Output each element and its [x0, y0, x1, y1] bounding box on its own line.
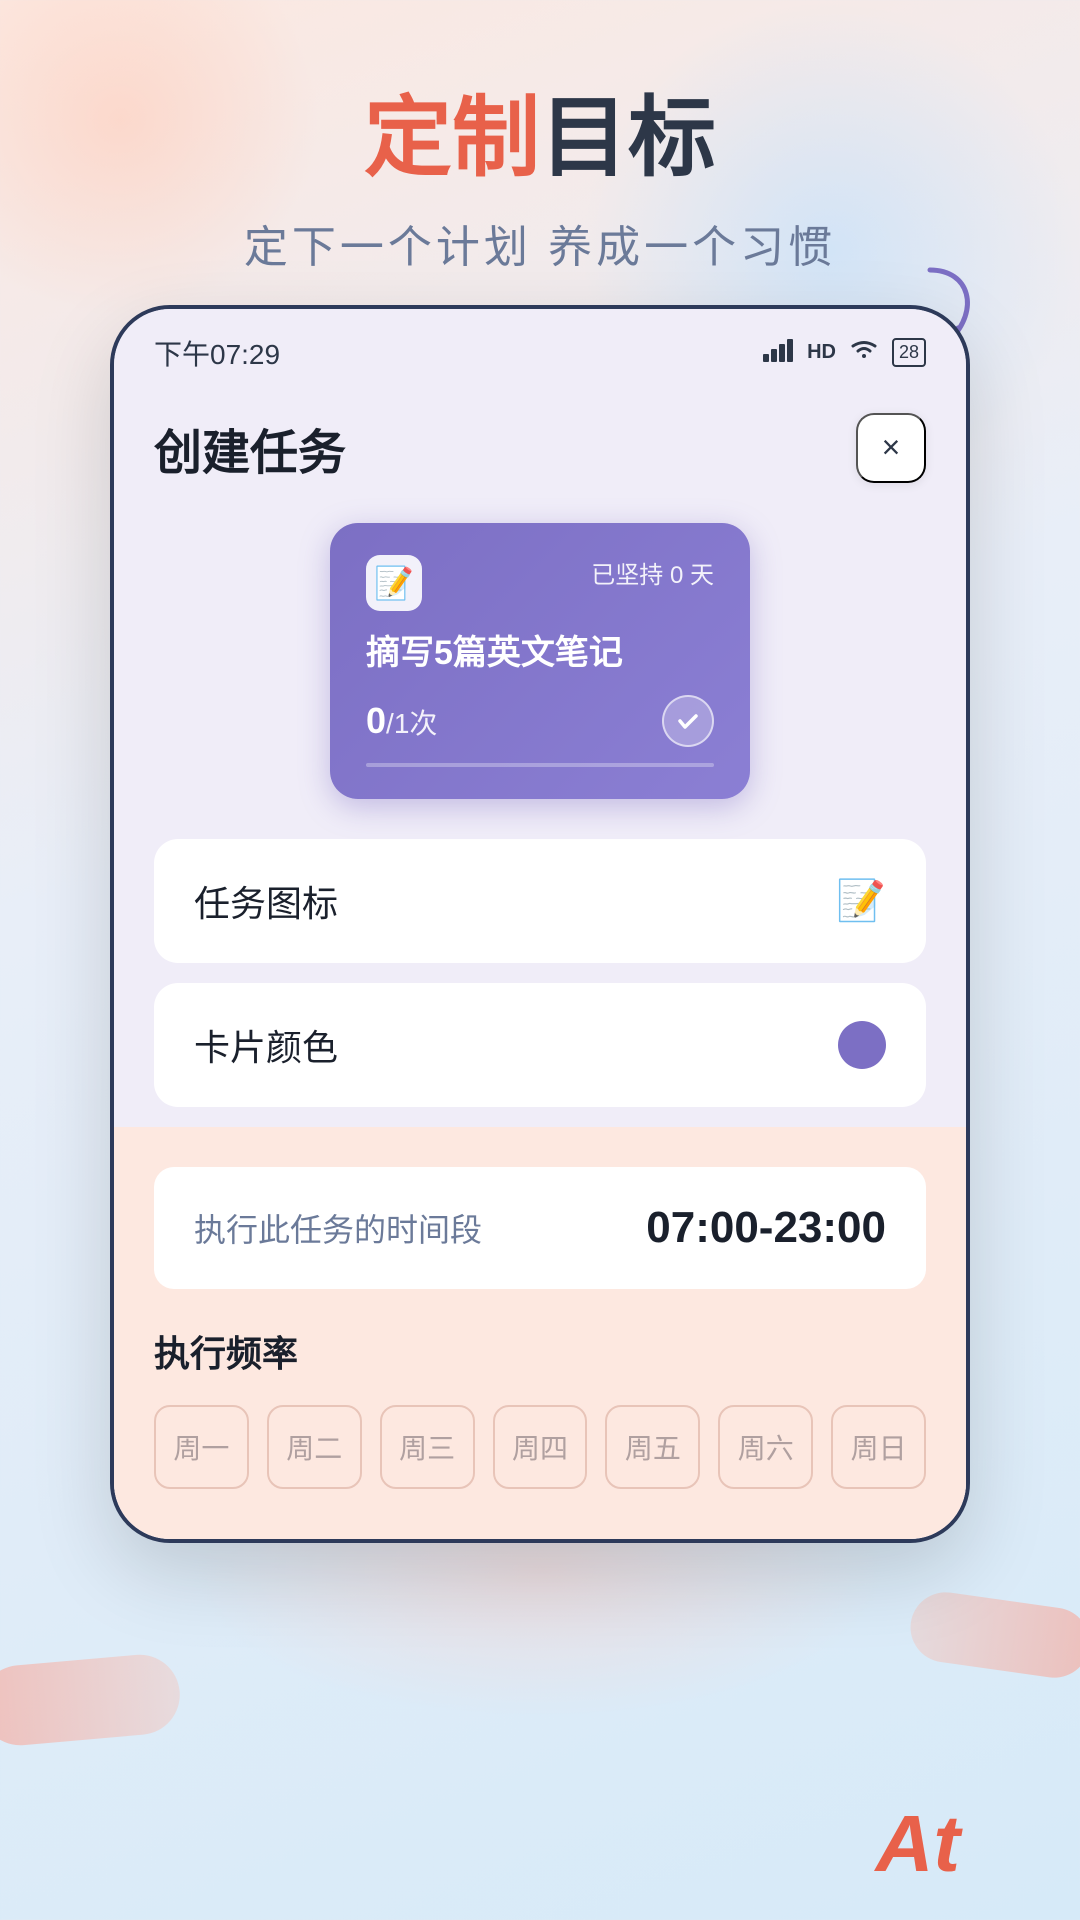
- task-card-top: 📝 已坚持 0 天: [366, 555, 714, 611]
- weekdays-row: 周一 周二 周三 周四 周五 周六 周日: [154, 1405, 926, 1489]
- streak-unit: 天: [690, 562, 714, 589]
- title-dark: 目标: [540, 88, 716, 187]
- progress-unit: 次: [409, 708, 437, 739]
- bottom-section: 执行此任务的时间段 07:00-23:00 执行频率 周一 周二 周三 周四 周…: [114, 1127, 966, 1539]
- weekday-sunday[interactable]: 周日: [831, 1405, 926, 1489]
- task-progress-bar: [366, 763, 714, 767]
- page-title: 定制目标: [0, 90, 1080, 187]
- battery-icon: 28: [892, 338, 926, 367]
- color-dot: [838, 1021, 886, 1069]
- title-highlight: 定制: [364, 88, 540, 187]
- app-header: 创建任务 ×: [154, 413, 926, 483]
- streak-label: 已坚持: [591, 562, 663, 589]
- app-content: 创建任务 × 📝 已坚持 0 天 摘写5篇英文笔记 0/1次: [114, 383, 966, 1539]
- hd-badge: HD: [807, 341, 836, 364]
- weekday-tuesday[interactable]: 周二: [267, 1405, 362, 1489]
- task-check-button[interactable]: [662, 695, 714, 747]
- frequency-title: 执行频率: [154, 1325, 926, 1377]
- time-range-value: 07:00-23:00: [646, 1203, 886, 1253]
- frequency-section: 执行频率 周一 周二 周三 周四 周五 周六 周日: [154, 1325, 926, 1489]
- progress-total: 1: [394, 708, 410, 739]
- task-card[interactable]: 📝 已坚持 0 天 摘写5篇英文笔记 0/1次: [330, 523, 750, 799]
- settings-section: 任务图标 📝: [154, 839, 926, 963]
- time-range-card[interactable]: 执行此任务的时间段 07:00-23:00: [154, 1167, 926, 1289]
- wifi-icon: [848, 338, 880, 367]
- weekday-monday[interactable]: 周一: [154, 1405, 249, 1489]
- weekday-saturday[interactable]: 周六: [718, 1405, 813, 1489]
- icon-setting-label: 任务图标: [194, 875, 338, 927]
- app-title: 创建任务: [154, 413, 346, 483]
- time-range-label: 执行此任务的时间段: [194, 1205, 482, 1251]
- task-icon: 📝: [366, 555, 422, 611]
- progress-current: 0: [366, 700, 386, 741]
- color-setting-row[interactable]: 卡片颜色: [154, 983, 926, 1107]
- icon-setting-row[interactable]: 任务图标 📝: [154, 839, 926, 963]
- close-button[interactable]: ×: [856, 413, 926, 483]
- signal-icon: [763, 338, 795, 368]
- weekday-thursday[interactable]: 周四: [493, 1405, 588, 1489]
- streak-count: 0: [670, 562, 683, 589]
- icon-setting-value: 📝: [836, 877, 886, 924]
- status-bar: 下午07:29 HD 28: [114, 309, 966, 383]
- status-icons: HD 28: [763, 338, 926, 368]
- ribbon-left: [0, 1651, 183, 1748]
- task-card-bottom: 0/1次: [366, 695, 714, 747]
- task-progress: 0/1次: [366, 700, 437, 742]
- weekday-friday[interactable]: 周五: [605, 1405, 700, 1489]
- page-header: 定制目标 定下一个计划 养成一个习惯: [0, 0, 1080, 305]
- status-time: 下午07:29: [154, 333, 280, 373]
- ribbon-right: [906, 1588, 1080, 1682]
- weekday-wednesday[interactable]: 周三: [380, 1405, 475, 1489]
- color-setting-label: 卡片颜色: [194, 1019, 338, 1071]
- phone-frame: 下午07:29 HD 28: [110, 305, 970, 1543]
- task-name: 摘写5篇英文笔记: [366, 631, 714, 675]
- task-streak: 已坚持 0 天: [591, 555, 714, 590]
- at-label: At: [876, 1798, 960, 1890]
- color-settings-section: 卡片颜色: [154, 983, 926, 1107]
- task-card-container: 📝 已坚持 0 天 摘写5篇英文笔记 0/1次: [154, 523, 926, 799]
- page-subtitle: 定下一个计划 养成一个习惯: [0, 211, 1080, 275]
